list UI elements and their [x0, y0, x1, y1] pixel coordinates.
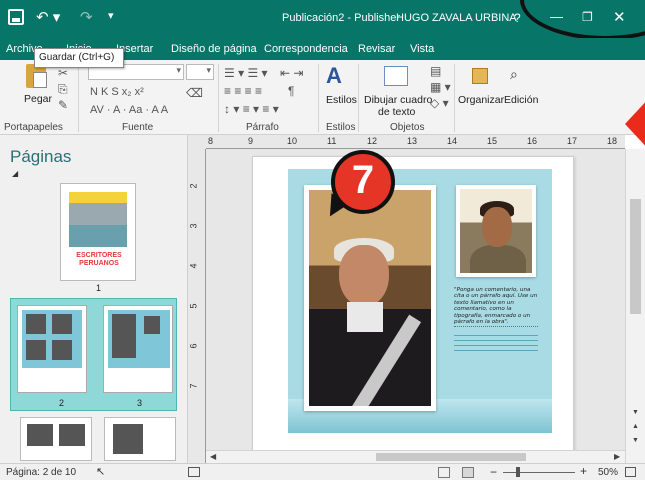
pages-title: Páginas	[10, 147, 72, 166]
organize-icon[interactable]	[472, 68, 488, 84]
tab-diseno-pagina[interactable]: Diseño de página	[171, 43, 257, 55]
page-thumbnail-4[interactable]	[20, 417, 92, 461]
draw-textbox-icon[interactable]	[384, 66, 408, 86]
vertical-ruler[interactable]: 2 3 4 5 6 7	[188, 149, 206, 463]
thumbnail-cover-title: ESCRITORES PERUANOS	[76, 252, 122, 267]
page-number-2: 2	[59, 398, 65, 408]
two-page-view-icon[interactable]	[462, 467, 474, 478]
group-estilos: Estilos	[326, 122, 356, 133]
draw-textbox-button[interactable]: Dibujar cuadro	[364, 94, 432, 106]
vertical-scroll-thumb[interactable]	[630, 199, 641, 314]
red-arrow-icon	[625, 96, 645, 152]
organize-button[interactable]: Organizar	[458, 94, 504, 106]
save-icon[interactable]	[8, 9, 24, 25]
page-thumbnail-3[interactable]	[103, 305, 173, 393]
horizontal-ruler[interactable]: 8 9 10 11 12 13 14 15 16 17 18	[206, 135, 625, 149]
zoom-slider[interactable]	[503, 472, 575, 473]
paste-button[interactable]: Pegar	[24, 93, 52, 105]
styles-icon[interactable]: A	[326, 63, 342, 89]
page-number-3: 3	[137, 398, 143, 408]
copy-icon[interactable]: ⎘	[58, 82, 68, 97]
tab-vista[interactable]: Vista	[410, 43, 434, 55]
zoom-slider-knob[interactable]	[516, 467, 520, 477]
undo-icon[interactable]: ↶ ▾	[36, 8, 60, 26]
decorative-frame	[520, 0, 645, 40]
thumbnail-cover-image	[69, 192, 127, 247]
publisher-window: ↶ ▾ ↷ ▾ Publicación2 - Publisher HUGO ZA…	[0, 0, 645, 480]
search-icon[interactable]: ⌕	[510, 66, 518, 83]
cursor-position-icon: ↖	[96, 466, 106, 478]
draw-textbox-button-line2[interactable]: de texto	[378, 106, 415, 118]
redo-icon[interactable]: ↷	[80, 8, 93, 26]
horizontal-scroll-thumb[interactable]	[376, 453, 526, 461]
document-workspace[interactable]: "Ponga un comentario, una cita o un párr…	[206, 149, 625, 463]
tab-revisar[interactable]: Revisar	[358, 43, 395, 55]
user-name[interactable]: HUGO ZAVALA URBINA	[396, 12, 517, 24]
group-fuente: Fuente	[122, 122, 154, 133]
scroll-left-icon[interactable]: ◀	[210, 452, 216, 461]
secondary-author-photo[interactable]	[456, 185, 536, 277]
title-bar: ↶ ▾ ↷ ▾ Publicación2 - Publisher HUGO ZA…	[0, 0, 645, 40]
cut-icon[interactable]: ✂	[58, 66, 68, 80]
format-painter-icon[interactable]: ✎	[58, 98, 68, 112]
paragraph-mark-icon[interactable]: ¶	[288, 84, 294, 98]
main-author-photo[interactable]	[304, 185, 436, 411]
step-number-badge: 7	[331, 150, 395, 214]
tab-correspondencia[interactable]: Correspondencia	[264, 43, 348, 55]
ruler-corner	[188, 135, 206, 149]
picture-icon[interactable]: ▤	[430, 64, 441, 78]
font-spacing-buttons[interactable]: AV · A · Aa · A A	[90, 104, 168, 116]
single-page-view-icon[interactable]	[438, 467, 450, 478]
help-button[interactable]: ?	[514, 11, 521, 25]
page-spread-2-3[interactable]: 2 3	[10, 298, 177, 411]
ribbon: Pegar ✂ ⎘ ✎ N K S x₂ x² AV · A · Aa · A …	[0, 60, 645, 135]
fit-page-icon[interactable]	[625, 467, 636, 477]
zoom-in-button[interactable]: +	[580, 464, 587, 478]
document-title: Publicación2 - Publisher	[282, 12, 401, 24]
group-objetos: Objetos	[390, 122, 425, 133]
scroll-down-icon[interactable]: ▼	[632, 409, 639, 416]
horizontal-scrollbar[interactable]: ◀ ▶	[206, 450, 625, 463]
vertical-scrollbar[interactable]: ▼ ▲ ▼	[625, 149, 645, 463]
step-number: 7	[351, 158, 375, 202]
zoom-out-button[interactable]: −	[490, 465, 497, 479]
save-tooltip: Guardar (Ctrl+G)	[34, 48, 124, 68]
table-icon[interactable]: ▦ ▾	[430, 80, 451, 94]
pages-pane: Páginas ◢ ESCRITORES PERUANOS 1 2 3	[0, 135, 188, 463]
indent-icon[interactable]: ⇤ ⇥	[280, 66, 303, 80]
customize-qat-icon[interactable]: ▾	[108, 9, 114, 22]
collapse-icon[interactable]: ◢	[12, 169, 18, 178]
bullets-icon[interactable]: ☰ ▾ ☰ ▾	[224, 66, 268, 80]
edit-button[interactable]: Edición	[504, 94, 538, 106]
align-icons[interactable]: ≡ ≡ ≡ ≡	[224, 84, 262, 98]
document-page[interactable]: "Ponga un comentario, una cita o un párr…	[252, 156, 574, 456]
page-thumbnail-5[interactable]	[104, 417, 176, 461]
scroll-right-icon[interactable]: ▶	[614, 452, 620, 461]
next-page-icon[interactable]: ▼	[632, 437, 639, 444]
status-bar: Página: 2 de 10 ↖ − + 50%	[0, 463, 645, 480]
object-size-icon	[188, 467, 200, 477]
group-portapapeles: Portapapeles	[4, 122, 63, 133]
line-spacing-icon[interactable]: ↕ ▾ ≡ ▾ ≡ ▾	[224, 102, 279, 116]
previous-page-icon[interactable]: ▲	[632, 423, 639, 430]
quote-textbox[interactable]: "Ponga un comentario, una cita o un párr…	[454, 287, 538, 328]
group-parrafo: Párrafo	[246, 122, 279, 133]
styles-button[interactable]: Estilos	[326, 94, 357, 106]
page-indicator[interactable]: Página: 2 de 10	[6, 467, 76, 478]
font-size-combo[interactable]	[186, 64, 214, 80]
zoom-level[interactable]: 50%	[598, 467, 618, 478]
page-number-1: 1	[96, 283, 102, 293]
page-thumbnail-1[interactable]: ESCRITORES PERUANOS	[60, 183, 136, 281]
shapes-icon[interactable]: ◇ ▾	[430, 96, 449, 110]
font-format-buttons[interactable]: N K S x₂ x²	[90, 86, 144, 98]
clear-format-icon[interactable]: ⌫	[186, 86, 203, 100]
page-thumbnail-2[interactable]	[17, 305, 87, 393]
